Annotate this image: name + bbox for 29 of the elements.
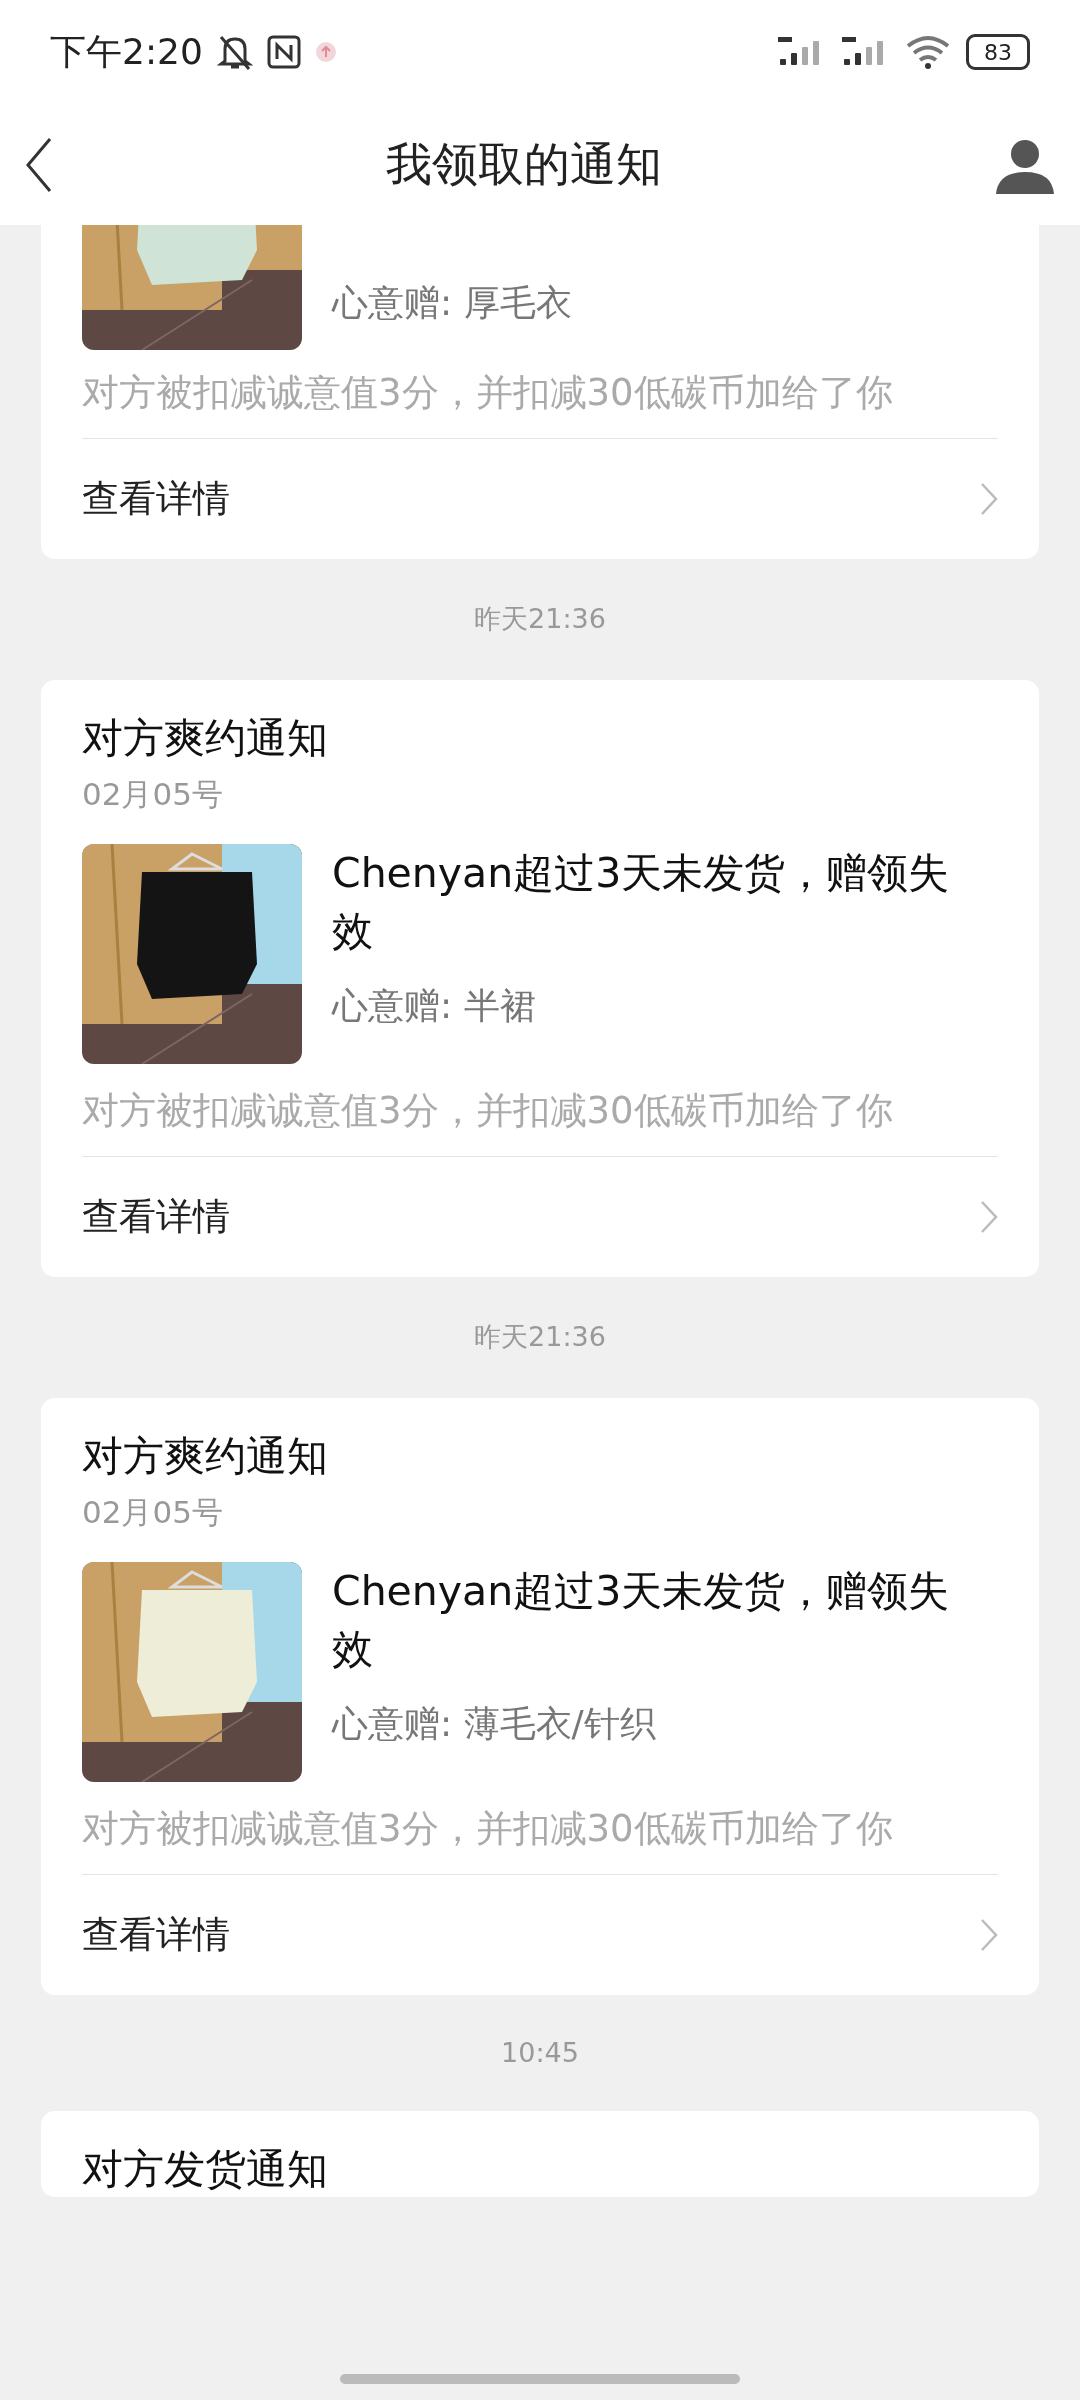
chevron-right-icon: [980, 1918, 998, 1952]
penalty-note: 对方被扣减诚意值3分，并扣减30低碳币加给了你: [82, 368, 998, 439]
view-details-link[interactable]: 查看详情: [82, 1157, 998, 1277]
nfc-icon: [266, 35, 301, 69]
status-time: 下午2:20: [50, 29, 203, 74]
card-date: 02月05号: [82, 775, 224, 814]
timestamp: 昨天21:36: [474, 1321, 606, 1352]
view-details-link[interactable]: 查看详情: [82, 1875, 998, 1995]
timestamp: 10:45: [501, 2037, 579, 2068]
cloud-upload-icon: [314, 41, 337, 63]
gift-label: 心意赠: 半裙: [332, 984, 537, 1028]
view-details-link[interactable]: 查看详情: [82, 439, 998, 559]
timestamp: 昨天21:36: [474, 603, 606, 634]
bell-off-icon: [216, 33, 253, 71]
card-date: 02月05号: [82, 1493, 224, 1532]
card-title: 对方发货通知: [82, 2144, 329, 2195]
penalty-note: 对方被扣减诚意值3分，并扣减30低碳币加给了你: [82, 1804, 998, 1875]
card-message: Chenyan超过3天未发货，赠领失效: [332, 1566, 951, 1675]
card-title: 对方爽约通知: [82, 1431, 329, 1482]
card-title: 对方爽约通知: [82, 713, 329, 764]
gift-label: 心意赠: 薄毛衣/针织: [332, 1702, 657, 1746]
page-title: 我领取的通知: [385, 135, 663, 193]
chevron-right-icon: [980, 1200, 998, 1234]
battery-icon: 83: [966, 34, 1030, 70]
gift-label: 心意赠: 厚毛衣: [332, 281, 572, 325]
card-message: Chenyan超过3天未发货，赠领失效: [332, 848, 951, 957]
chevron-right-icon: [980, 482, 998, 516]
penalty-note: 对方被扣减诚意值3分，并扣减30低碳币加给了你: [82, 1086, 998, 1157]
wifi-icon: [904, 34, 952, 70]
